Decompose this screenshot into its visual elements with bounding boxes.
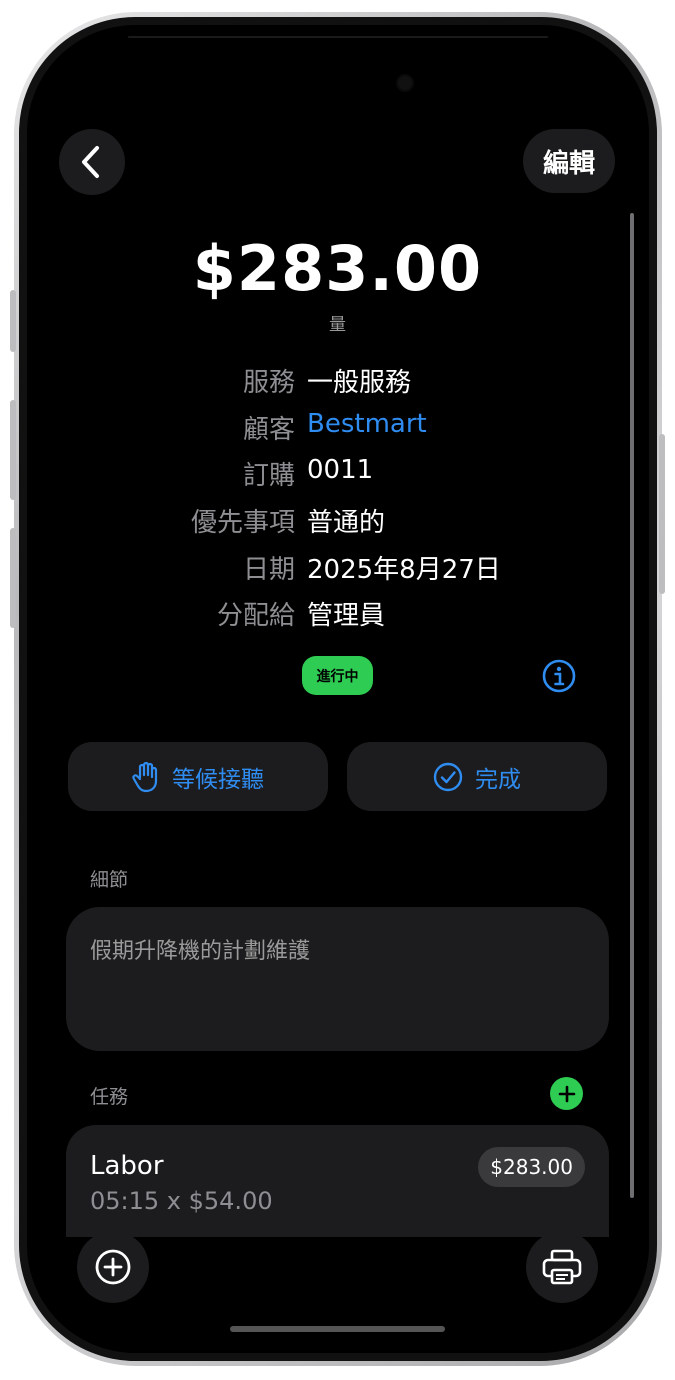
- add-button[interactable]: [77, 1231, 149, 1303]
- details-section-label: 細節: [90, 869, 129, 891]
- info-label: 分配給: [216, 601, 295, 631]
- complete-button[interactable]: 完成: [347, 742, 607, 811]
- info-row-date: 日期 2025年8月27日: [0, 549, 675, 589]
- info-value: 普通的: [307, 508, 386, 538]
- total-amount: $283.00: [192, 232, 483, 305]
- list-item[interactable]: Labor 05:15 x $54.00 $283.00: [66, 1125, 609, 1237]
- info-row-order: 訂購 0011: [0, 455, 675, 495]
- hand-raised-icon: [132, 761, 158, 792]
- edit-button[interactable]: 編輯: [523, 129, 615, 193]
- tasks-section-label: 任務: [90, 1086, 129, 1108]
- info-label: 優先事項: [190, 508, 295, 538]
- speaker-line: [128, 36, 548, 38]
- home-indicator: [230, 1326, 445, 1332]
- chevron-left-icon: [82, 146, 99, 178]
- info-icon[interactable]: [542, 659, 576, 693]
- task-title: Labor: [90, 1151, 164, 1181]
- add-task-button[interactable]: [550, 1077, 583, 1110]
- info-label: 顧客: [242, 415, 295, 445]
- task-price-badge: $283.00: [478, 1147, 585, 1187]
- checkmark-circle-icon: [433, 762, 463, 791]
- info-value: 管理員: [307, 601, 386, 631]
- status-badge[interactable]: 進行中: [302, 656, 373, 695]
- info-value: 2025年8月27日: [307, 555, 501, 585]
- scrollbar[interactable]: [630, 213, 634, 1198]
- info-row-service: 服務 一般服務: [0, 362, 675, 402]
- print-button[interactable]: [526, 1231, 598, 1303]
- customer-link[interactable]: Bestmart: [307, 409, 427, 439]
- info-label: 日期: [242, 555, 295, 585]
- details-card[interactable]: 假期升降機的計劃維護: [66, 907, 609, 1051]
- plus-icon: [558, 1085, 575, 1102]
- info-value: 一般服務: [307, 368, 412, 398]
- plus-circle-icon: [95, 1249, 131, 1285]
- amount-caption: 量: [329, 315, 346, 335]
- hold-button-label: 等候接聽: [172, 766, 264, 793]
- details-text: 假期升降機的計劃維護: [90, 939, 311, 964]
- info-value: 0011: [307, 455, 374, 485]
- back-button[interactable]: [59, 129, 125, 195]
- info-row-customer: 顧客 Bestmart: [0, 409, 675, 449]
- task-subtitle: 05:15 x $54.00: [90, 1187, 273, 1215]
- complete-button-label: 完成: [475, 766, 521, 793]
- hold-button[interactable]: 等候接聽: [68, 742, 328, 811]
- printer-icon: [542, 1249, 582, 1285]
- info-row-priority: 優先事項 普通的: [0, 502, 675, 542]
- info-row-assigned: 分配給 管理員: [0, 595, 675, 635]
- front-camera: [398, 76, 412, 90]
- info-label: 訂購: [242, 461, 295, 491]
- info-label: 服務: [242, 368, 295, 398]
